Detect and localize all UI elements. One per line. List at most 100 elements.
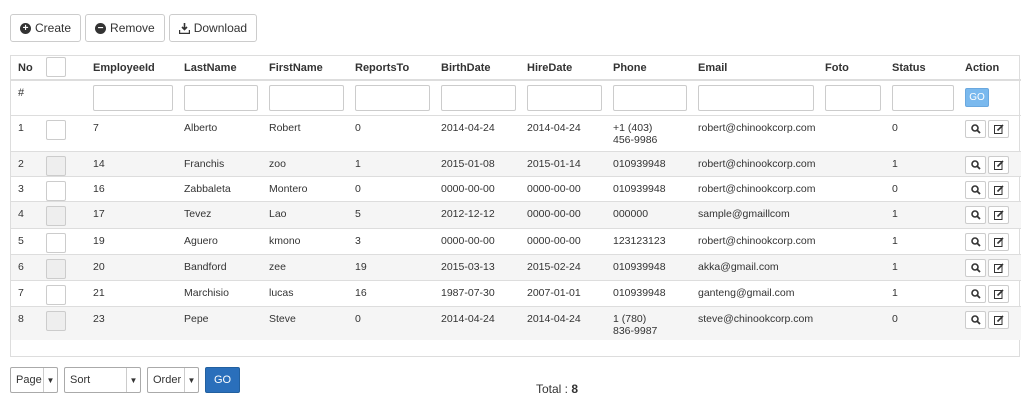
cell-phone: 010939948 bbox=[606, 175, 691, 201]
total-label: Total : bbox=[536, 382, 569, 396]
col-firstname[interactable]: FirstName bbox=[262, 56, 348, 81]
filter-hash: # bbox=[18, 87, 25, 99]
cell-phone-line1: 010939948 bbox=[613, 182, 666, 195]
edit-button[interactable] bbox=[988, 180, 1009, 199]
search-icon bbox=[970, 123, 981, 134]
col-birthdate[interactable]: BirthDate bbox=[434, 56, 520, 81]
table-row: 6 20 Bandford zee 19 2015-03-13 2015-02-24 0109… bbox=[11, 253, 1021, 280]
row-no: 2 bbox=[11, 150, 39, 176]
cell-email: robert@chinookcorp.com bbox=[691, 175, 818, 201]
cell-phone: 1 (780) 836-9987 bbox=[606, 305, 691, 340]
download-button[interactable]: Download bbox=[168, 14, 258, 42]
edit-button[interactable] bbox=[988, 310, 1009, 329]
view-button[interactable] bbox=[965, 284, 986, 303]
remove-label: Remove bbox=[110, 21, 155, 35]
edit-button[interactable] bbox=[988, 232, 1009, 251]
order-select[interactable]: Order ▼ bbox=[147, 367, 199, 393]
edit-icon bbox=[993, 288, 1004, 299]
cell-reportsto: 19 bbox=[348, 253, 434, 280]
table-row: 7 21 Marchisio lucas 16 1987-07-30 2007-01-01 0… bbox=[11, 279, 1021, 306]
create-button[interactable]: + Create bbox=[10, 14, 82, 42]
row-no: 6 bbox=[11, 253, 39, 280]
view-button[interactable] bbox=[965, 258, 986, 277]
cell-reportsto: 5 bbox=[348, 200, 434, 228]
pagination-go-button[interactable]: GO bbox=[205, 367, 240, 393]
col-reportsto[interactable]: ReportsTo bbox=[348, 56, 434, 81]
cell-firstname: Robert bbox=[262, 114, 348, 151]
edit-button[interactable] bbox=[988, 155, 1009, 174]
select-all-checkbox[interactable] bbox=[46, 56, 66, 77]
col-foto[interactable]: Foto bbox=[818, 56, 885, 81]
col-email[interactable]: Email bbox=[691, 56, 818, 81]
sort-select-label: Sort bbox=[70, 374, 91, 386]
filter-go-button[interactable]: GO bbox=[965, 88, 989, 108]
edit-button[interactable] bbox=[988, 284, 1009, 303]
cell-status: 1 bbox=[885, 227, 958, 254]
cell-employeeid: 19 bbox=[86, 227, 177, 254]
filter-status-input[interactable] bbox=[892, 84, 954, 111]
pagination-bar: Page ▼ Sort ▼ Order ▼ GO bbox=[10, 367, 240, 393]
sort-select[interactable]: Sort ▼ bbox=[64, 367, 141, 393]
row-checkbox[interactable] bbox=[46, 119, 66, 140]
col-hiredate[interactable]: HireDate bbox=[520, 56, 606, 81]
page-select-label: Page bbox=[16, 374, 42, 386]
table-row: 8 23 Pepe Steve 0 2014-04-24 2014-04-24 1 (780)… bbox=[11, 305, 1021, 340]
row-no: 8 bbox=[11, 305, 39, 340]
edit-button[interactable] bbox=[988, 119, 1009, 138]
view-button[interactable] bbox=[965, 180, 986, 199]
cell-phone-line1: +1 (403) bbox=[613, 121, 653, 134]
cell-action bbox=[958, 150, 1021, 176]
filter-birthdate-input[interactable] bbox=[441, 84, 516, 111]
cell-email: ganteng@gmail.com bbox=[691, 279, 818, 306]
remove-button[interactable]: − Remove bbox=[85, 14, 165, 42]
view-button[interactable] bbox=[965, 119, 986, 138]
cell-foto bbox=[818, 175, 885, 201]
row-checkbox[interactable] bbox=[46, 232, 66, 253]
col-action: Action bbox=[958, 56, 1021, 81]
cell-status: 1 bbox=[885, 279, 958, 306]
cell-employeeid: 16 bbox=[86, 175, 177, 201]
caret-down-icon: ▼ bbox=[43, 368, 57, 392]
search-icon bbox=[970, 209, 981, 220]
cell-foto bbox=[818, 200, 885, 228]
col-status[interactable]: Status bbox=[885, 56, 958, 81]
row-checkbox[interactable] bbox=[46, 180, 66, 201]
edit-icon bbox=[993, 159, 1004, 170]
filter-lastname-input[interactable] bbox=[184, 84, 258, 111]
edit-button[interactable] bbox=[988, 205, 1009, 224]
filter-hiredate-input[interactable] bbox=[527, 84, 602, 111]
cell-action bbox=[958, 279, 1021, 306]
cell-firstname: zee bbox=[262, 253, 348, 280]
cell-lastname: Tevez bbox=[177, 200, 262, 228]
filter-reportsto-input[interactable] bbox=[355, 84, 430, 111]
page-select[interactable]: Page ▼ bbox=[10, 367, 58, 393]
cell-lastname: Pepe bbox=[177, 305, 262, 340]
search-icon bbox=[970, 314, 981, 325]
filter-email-input[interactable] bbox=[698, 84, 814, 111]
row-checkbox[interactable] bbox=[46, 284, 66, 305]
row-checkbox[interactable] bbox=[46, 258, 66, 279]
view-button[interactable] bbox=[965, 205, 986, 224]
filter-firstname-input[interactable] bbox=[269, 84, 344, 111]
row-checkbox[interactable] bbox=[46, 205, 66, 226]
col-phone[interactable]: Phone bbox=[606, 56, 691, 81]
cell-hiredate: 0000-00-00 bbox=[520, 227, 606, 254]
cell-employeeid: 23 bbox=[86, 305, 177, 340]
row-checkbox[interactable] bbox=[46, 155, 66, 176]
cell-foto bbox=[818, 305, 885, 340]
view-button[interactable] bbox=[965, 232, 986, 251]
filter-foto-input[interactable] bbox=[825, 84, 881, 111]
table-row: 2 14 Franchis zoo 1 2015-01-08 2015-01-14 01093… bbox=[11, 150, 1021, 176]
filter-employeeid-input[interactable] bbox=[93, 84, 173, 111]
edit-icon bbox=[993, 262, 1004, 273]
edit-button[interactable] bbox=[988, 258, 1009, 277]
cell-hiredate: 0000-00-00 bbox=[520, 200, 606, 228]
view-button[interactable] bbox=[965, 310, 986, 329]
col-lastname[interactable]: LastName bbox=[177, 56, 262, 81]
col-employeeid[interactable]: EmployeeId bbox=[86, 56, 177, 81]
view-button[interactable] bbox=[965, 155, 986, 174]
filter-phone-input[interactable] bbox=[613, 84, 687, 111]
cell-firstname: zoo bbox=[262, 150, 348, 176]
cell-reportsto: 0 bbox=[348, 175, 434, 201]
row-checkbox[interactable] bbox=[46, 310, 66, 331]
